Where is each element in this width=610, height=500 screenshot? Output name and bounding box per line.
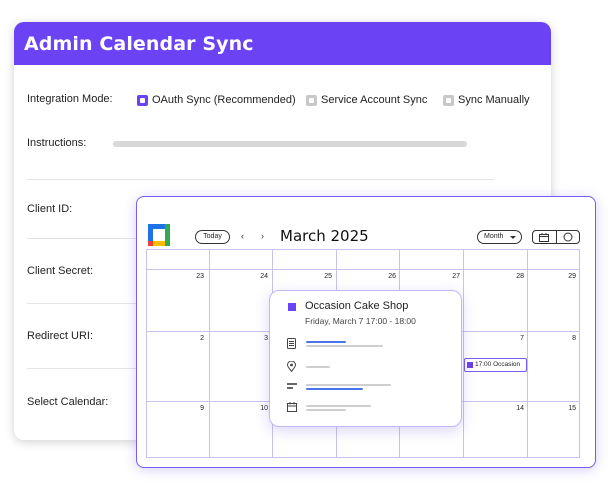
event-datetime: Friday, March 7 17:00 - 18:00 <box>305 316 416 326</box>
client-id-label: Client ID: <box>27 203 73 215</box>
event-title: Occasion Cake Shop <box>305 300 409 312</box>
checkbox-checked-icon[interactable] <box>137 94 148 106</box>
grid-line <box>146 269 580 270</box>
grid-line <box>146 249 147 458</box>
grid-line <box>146 457 580 458</box>
circle-view-button[interactable] <box>555 231 580 243</box>
day-number[interactable]: 14 <box>504 405 524 412</box>
day-number[interactable]: 26 <box>376 273 396 280</box>
notes-icon <box>287 383 297 389</box>
view-select-value: Month <box>484 233 504 240</box>
checkbox-unchecked-icon[interactable] <box>306 94 317 106</box>
event-color-icon <box>467 362 473 368</box>
day-number[interactable]: 15 <box>556 405 576 412</box>
caret-down-icon <box>510 236 516 239</box>
text-placeholder-bar <box>306 405 371 407</box>
day-number[interactable]: 23 <box>184 273 204 280</box>
event-details-popup: Occasion Cake Shop Friday, March 7 17:00… <box>269 290 462 427</box>
chevron-right-icon[interactable]: › <box>261 231 264 241</box>
grid-line <box>579 249 580 458</box>
select-calendar-label: Select Calendar: <box>27 396 109 408</box>
document-icon <box>287 338 296 349</box>
day-number[interactable]: 28 <box>504 273 524 280</box>
mode-option-manual[interactable]: Sync Manually <box>443 94 530 106</box>
event-chip-label: 17:00 Occasion <box>475 361 521 368</box>
day-number[interactable]: 8 <box>556 335 576 342</box>
today-button[interactable]: Today <box>195 230 230 244</box>
text-placeholder-bar <box>306 345 383 347</box>
grid-line <box>463 249 464 458</box>
calendar-view-button[interactable] <box>533 231 556 243</box>
calendar-app-logo-icon <box>148 224 170 246</box>
day-number[interactable]: 3 <box>248 335 268 342</box>
grid-line <box>146 249 580 250</box>
day-number[interactable]: 27 <box>440 273 460 280</box>
day-number[interactable]: 25 <box>312 273 332 280</box>
calendar-icon <box>539 232 550 242</box>
day-number[interactable]: 24 <box>248 273 268 280</box>
checkbox-unchecked-icon[interactable] <box>443 94 454 106</box>
instructions-placeholder-bar <box>113 141 467 147</box>
day-number[interactable]: 29 <box>556 273 576 280</box>
panel-title: Admin Calendar Sync <box>14 22 551 65</box>
event-color-icon <box>288 303 296 311</box>
divider <box>27 303 147 304</box>
day-number[interactable]: 9 <box>184 405 204 412</box>
link-placeholder-bar <box>306 388 363 390</box>
grid-line <box>209 249 210 458</box>
circle-icon <box>563 232 573 242</box>
location-pin-icon <box>287 361 296 372</box>
text-placeholder-bar <box>306 409 346 411</box>
text-placeholder-bar <box>306 384 391 386</box>
mode-option-label: OAuth Sync (Recommended) <box>152 94 296 106</box>
text-placeholder-bar <box>306 366 330 368</box>
chevron-left-icon[interactable]: ‹ <box>241 231 244 241</box>
integration-mode-label: Integration Mode: <box>27 93 113 105</box>
day-number[interactable]: 2 <box>184 335 204 342</box>
mode-option-label: Sync Manually <box>458 94 530 106</box>
view-toggle[interactable] <box>532 230 580 244</box>
day-number[interactable]: 10 <box>248 405 268 412</box>
month-title: March 2025 <box>280 227 369 245</box>
view-select[interactable]: Month <box>477 230 522 244</box>
redirect-uri-label: Redirect URI: <box>27 330 94 342</box>
link-placeholder-bar <box>306 341 346 343</box>
mode-option-service-account[interactable]: Service Account Sync <box>306 94 427 106</box>
client-secret-label: Client Secret: <box>27 265 94 277</box>
mode-option-oauth[interactable]: OAuth Sync (Recommended) <box>137 94 296 106</box>
divider <box>27 179 494 180</box>
grid-line <box>527 249 528 458</box>
divider <box>27 238 147 239</box>
instructions-label: Instructions: <box>27 137 87 149</box>
calendar-icon <box>287 402 297 412</box>
divider <box>27 368 147 369</box>
day-number[interactable]: 7 <box>504 335 524 342</box>
event-chip[interactable]: 17:00 Occasion <box>464 358 527 372</box>
mode-option-label: Service Account Sync <box>321 94 428 106</box>
